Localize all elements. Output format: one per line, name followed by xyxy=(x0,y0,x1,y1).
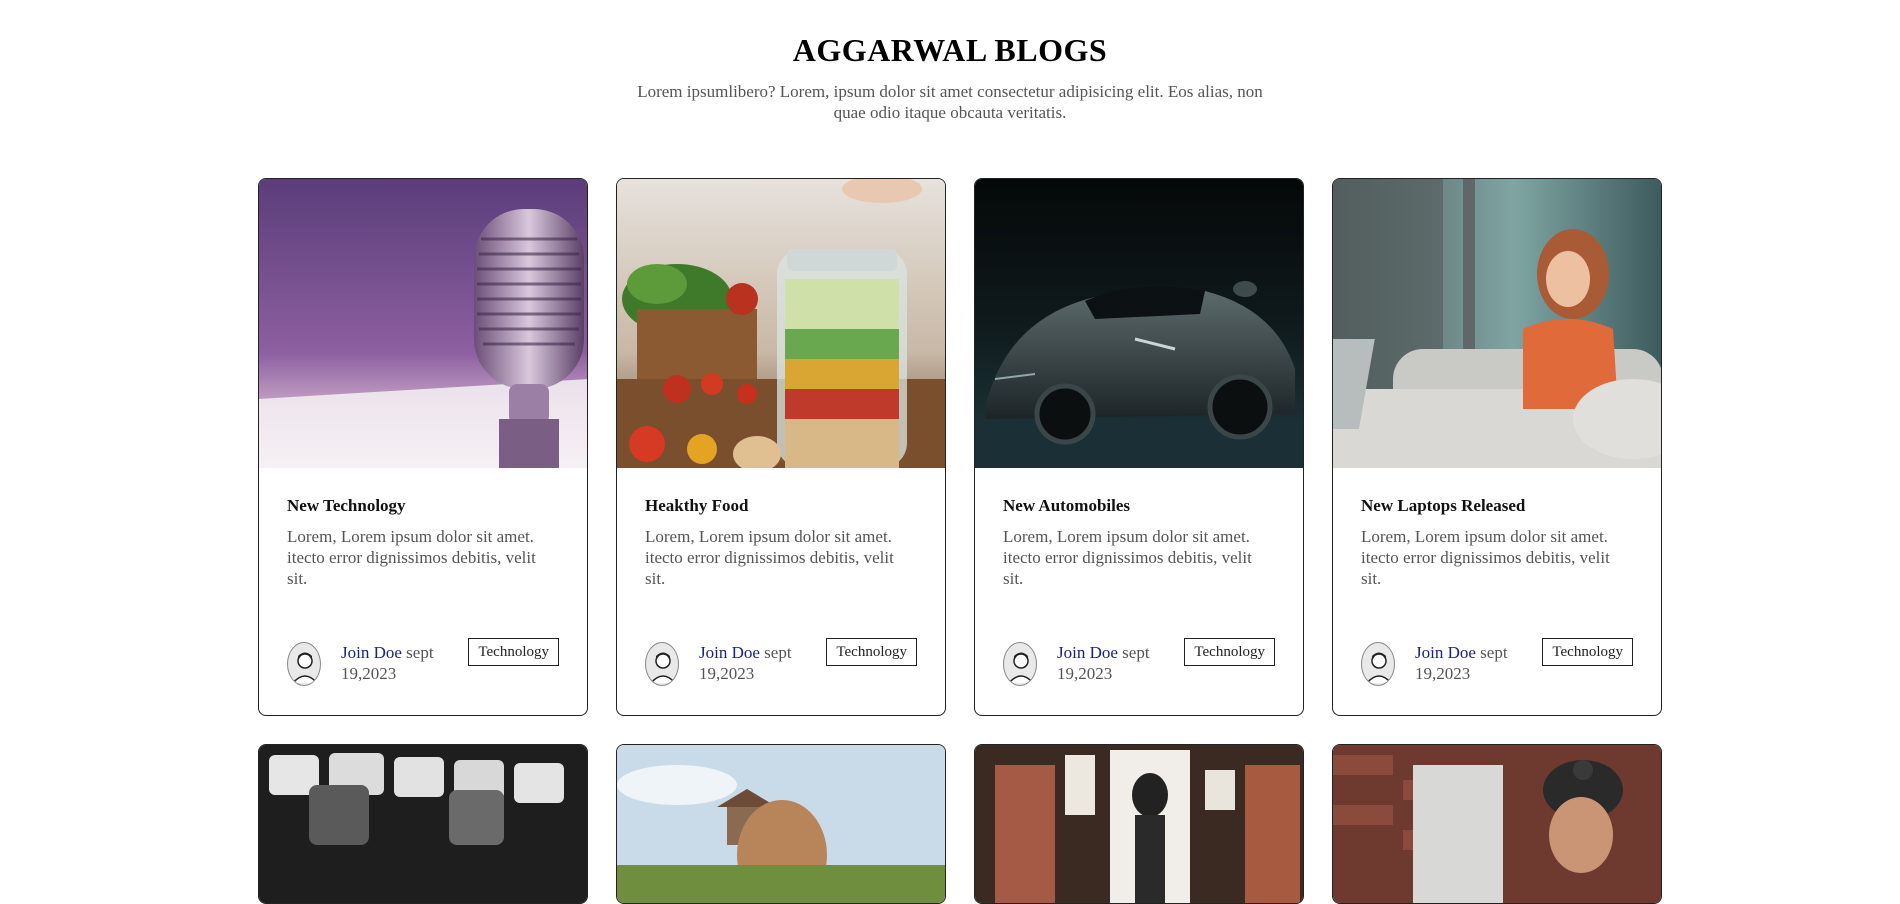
salad-jar-image xyxy=(617,179,945,468)
post-meta: Join Doe sept 19,2023 xyxy=(1415,642,1535,684)
card-footer: Join Doe sept 19,2023 Technology xyxy=(645,638,917,690)
sports-car-image xyxy=(975,179,1303,468)
card-excerpt: Lorem, Lorem ipsum dolor sit amet. itect… xyxy=(645,527,894,588)
author-link[interactable]: Join Doe xyxy=(699,643,760,662)
card-title[interactable]: Heakthy Food xyxy=(645,496,917,516)
winter-person-image xyxy=(1333,745,1661,903)
blog-card[interactable]: New Technology Lorem, Lorem ipsum dolor … xyxy=(258,178,588,716)
post-meta: Join Doe sept 19,2023 xyxy=(341,642,461,684)
author-link[interactable]: Join Doe xyxy=(1057,643,1118,662)
card-title[interactable]: New Technology xyxy=(287,496,559,516)
site-title: AGGARWAL BLOGS xyxy=(792,32,1108,68)
blog-card[interactable] xyxy=(974,744,1304,904)
post-date-month: sept xyxy=(1122,643,1150,662)
post-meta: Join Doe sept 19,2023 xyxy=(699,642,819,684)
blog-card[interactable]: New Laptops Released Lorem, Lorem ipsum … xyxy=(1332,178,1662,716)
card-title[interactable]: New Automobiles xyxy=(1003,496,1275,516)
keyboard-image xyxy=(259,745,587,903)
blog-grid: New Technology Lorem, Lorem ipsum dolor … xyxy=(258,178,1663,904)
post-date-day: 19,2023 xyxy=(1415,664,1471,683)
blog-card[interactable]: Heakthy Food Lorem, Lorem ipsum dolor si… xyxy=(616,178,946,716)
post-meta: Join Doe sept 19,2023 xyxy=(1057,642,1177,684)
category-tag[interactable]: Technology xyxy=(1184,638,1275,666)
post-date-day: 19,2023 xyxy=(1057,664,1113,683)
category-tag[interactable]: Technology xyxy=(468,638,559,666)
post-date-month: sept xyxy=(1480,643,1508,662)
avatar xyxy=(1003,642,1037,686)
post-date-month: sept xyxy=(764,643,792,662)
blog-card[interactable] xyxy=(1332,744,1662,904)
card-footer: Join Doe sept 19,2023 Technology xyxy=(1361,638,1633,690)
microphone-image xyxy=(259,179,587,468)
avatar xyxy=(287,642,321,686)
site-description: Lorem ipsumlibero? Lorem, ipsum dolor si… xyxy=(637,82,1263,122)
blog-card[interactable]: New Automobiles Lorem, Lorem ipsum dolor… xyxy=(974,178,1304,716)
post-date-day: 19,2023 xyxy=(699,664,755,683)
card-title[interactable]: New Laptops Released xyxy=(1361,496,1633,516)
blog-card[interactable] xyxy=(616,744,946,904)
girl-outdoor-image xyxy=(617,745,945,903)
card-footer: Join Doe sept 19,2023 Technology xyxy=(1003,638,1275,690)
page-header: AGGARWAL BLOGS Lorem ipsumlibero? Lorem,… xyxy=(0,0,1900,123)
post-date-month: sept xyxy=(406,643,434,662)
author-link[interactable]: Join Doe xyxy=(1415,643,1476,662)
card-excerpt: Lorem, Lorem ipsum dolor sit amet. itect… xyxy=(1003,527,1252,588)
author-link[interactable]: Join Doe xyxy=(341,643,402,662)
card-excerpt: Lorem, Lorem ipsum dolor sit amet. itect… xyxy=(287,527,536,588)
poster-room-image xyxy=(975,745,1303,903)
category-tag[interactable]: Technology xyxy=(1542,638,1633,666)
avatar xyxy=(645,642,679,686)
category-tag[interactable]: Technology xyxy=(826,638,917,666)
card-excerpt: Lorem, Lorem ipsum dolor sit amet. itect… xyxy=(1361,527,1610,588)
avatar xyxy=(1361,642,1395,686)
post-date-day: 19,2023 xyxy=(341,664,397,683)
card-footer: Join Doe sept 19,2023 Technology xyxy=(287,638,559,690)
blog-card[interactable] xyxy=(258,744,588,904)
woman-laptop-image xyxy=(1333,179,1661,468)
